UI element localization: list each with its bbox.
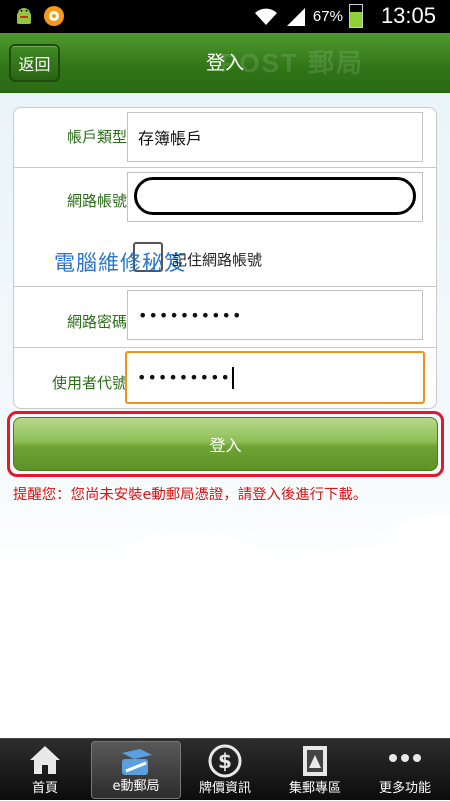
battery-icon <box>348 4 363 28</box>
account-type-label: 帳戶類型 <box>66 128 127 146</box>
wifi-icon <box>254 8 277 25</box>
nav-e-post-label: e動郵局 <box>112 779 160 794</box>
web-password-label: 網路密碼 <box>66 313 127 331</box>
nav-more[interactable]: 更多功能 <box>360 739 450 801</box>
web-password-input[interactable]: •••••••••• <box>127 290 423 340</box>
more-icon <box>389 754 421 762</box>
nav-more-label: 更多功能 <box>378 781 431 796</box>
bottom-nav: 首頁 e動郵局 $ 牌價資訊 集郵專區 更多功能 <box>0 738 450 800</box>
account-type-value: 存簿帳戶 <box>138 129 203 148</box>
nav-exchange-rate-label: 牌價資訊 <box>198 781 251 796</box>
app-header: POST 郵局 返回 登入 <box>0 33 450 93</box>
nav-e-post[interactable]: e動郵局 <box>91 741 181 799</box>
blog-watermark: 電腦維修秘笈 <box>54 251 186 275</box>
stamp-icon <box>303 746 327 776</box>
nav-stamps[interactable]: 集郵專區 <box>270 739 360 801</box>
certificate-reminder: 提醒您：您尚未安裝e動郵局憑證，請登入後進行下載。 <box>13 487 368 503</box>
login-button[interactable]: 登入 <box>13 417 438 471</box>
home-icon <box>30 746 60 774</box>
dollar-icon: $ <box>208 744 242 778</box>
user-code-input[interactable]: ••••••••• <box>125 351 425 404</box>
redaction-mark <box>134 177 416 215</box>
android-debug-icon <box>17 8 31 24</box>
e-post-icon <box>122 749 152 775</box>
web-account-label: 網路帳號 <box>66 192 127 210</box>
nav-home-label: 首頁 <box>31 781 58 796</box>
nav-stamps-label: 集郵專區 <box>288 781 341 796</box>
text-caret <box>231 366 234 389</box>
web-password-value: •••••••••• <box>138 305 243 325</box>
signal-icon <box>286 8 305 26</box>
notification-icon <box>44 6 64 26</box>
user-code-value: ••••••••• <box>137 368 231 387</box>
user-code-label: 使用者代號 <box>51 374 127 392</box>
page-title: 登入 <box>205 52 244 74</box>
login-form: 帳戶類型 存簿帳戶 網路帳號 電腦維修秘笈 記住網路帳號 網路密碼 ••••••… <box>13 107 437 409</box>
battery-percent: 67% <box>312 7 343 25</box>
clock: 13:05 <box>380 3 436 28</box>
web-account-input[interactable] <box>127 172 423 222</box>
remember-account-label: 記住網路帳號 <box>172 251 263 269</box>
svg-text:$: $ <box>218 749 232 773</box>
nav-home[interactable]: 首頁 <box>0 739 90 801</box>
nav-exchange-rate[interactable]: $ 牌價資訊 <box>180 739 270 801</box>
status-bar: 67% 13:05 <box>0 0 450 33</box>
account-type-select[interactable]: 存簿帳戶 <box>127 112 423 162</box>
